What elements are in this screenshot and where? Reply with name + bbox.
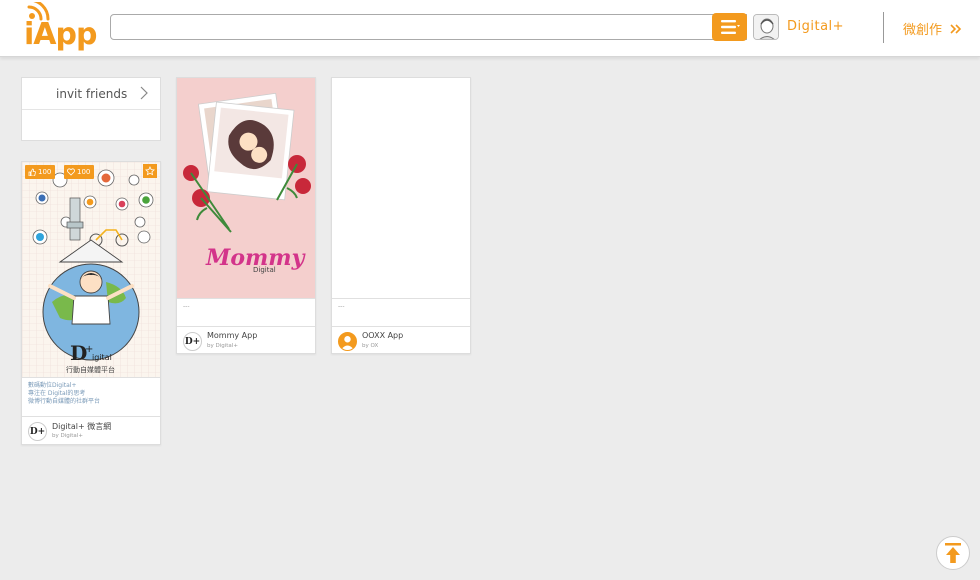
- author-logo-text: D+: [29, 426, 46, 437]
- card-thumbnail[interactable]: [332, 78, 470, 298]
- user-portrait-icon: [754, 15, 778, 39]
- card-description: 數碼動位Digital+ 專注在 Digital的思考 微博行動自媒體的社群平台: [22, 377, 160, 416]
- heart-icon: [67, 168, 75, 176]
- card-description: ---: [177, 298, 315, 326]
- card-description: ---: [332, 298, 470, 326]
- author-logo-text: D+: [184, 336, 201, 347]
- invite-panel: invit friends: [21, 77, 161, 141]
- card-footer: D+ Mommy App by Digital+: [177, 326, 315, 353]
- double-chevron-right-icon: [950, 23, 962, 34]
- app-card-ooxx[interactable]: --- OOXX App by OX: [331, 77, 471, 354]
- default-user-icon: [340, 336, 355, 350]
- author-avatar[interactable]: D+: [28, 422, 47, 441]
- svg-text:行動自媒體平台: 行動自媒體平台: [66, 365, 115, 374]
- app-name[interactable]: Mommy App: [207, 331, 257, 340]
- search-input[interactable]: [113, 16, 711, 38]
- hamburger-icon: [720, 20, 740, 34]
- app-author: by OX: [362, 343, 379, 349]
- iapp-logo[interactable]: iApp: [22, 0, 97, 52]
- favorite-button[interactable]: [143, 164, 157, 178]
- menu-button[interactable]: [712, 13, 747, 41]
- search-box: [110, 14, 747, 40]
- top-header: iApp Digital+ 微創作: [0, 0, 980, 57]
- app-name[interactable]: OOXX App: [362, 331, 403, 340]
- like-button[interactable]: 100: [25, 165, 56, 179]
- desc-line: 數碼動位Digital+: [28, 382, 77, 389]
- user-avatar[interactable]: [753, 14, 779, 40]
- digital-poster-illustration: D + igital 行動自媒體平台: [22, 162, 160, 377]
- arrow-up-icon: [945, 543, 961, 563]
- app-name[interactable]: Digital+ 微言網: [52, 421, 111, 432]
- app-author: by Digital+: [207, 343, 238, 349]
- desc-line: 專注在 Digital的思考: [28, 390, 86, 397]
- heart-count: 100: [77, 168, 91, 176]
- invite-label: invit friends: [56, 87, 128, 101]
- card-thumbnail[interactable]: Mommy Digital: [177, 78, 315, 298]
- invite-friends-link[interactable]: invit friends: [22, 78, 160, 110]
- user-name[interactable]: Digital+: [787, 19, 844, 34]
- like-count: 100: [38, 168, 52, 176]
- logo-text: iApp: [24, 17, 97, 52]
- author-avatar[interactable]: [338, 332, 357, 351]
- app-card-mommy[interactable]: Mommy Digital --- D+ Mommy App by Digita…: [176, 77, 316, 354]
- card-footer: OOXX App by OX: [332, 326, 470, 353]
- desc-line: 微博行動自媒體的社群平台: [28, 398, 101, 405]
- svg-text:igital: igital: [92, 353, 112, 362]
- app-card-digital[interactable]: D + igital 行動自媒體平台 100 100 數碼動位Digital+ …: [21, 161, 161, 445]
- create-link[interactable]: 微創作: [903, 19, 962, 38]
- create-label: 微創作: [903, 23, 943, 38]
- back-to-top-button[interactable]: [936, 536, 970, 570]
- card-footer: D+ Digital+ 微言網 by Digital+: [22, 416, 160, 443]
- desc-text: ---: [338, 303, 345, 310]
- mommy-poster-illustration: Mommy Digital: [177, 78, 315, 298]
- card-thumbnail[interactable]: D + igital 行動自媒體平台 100 100: [22, 162, 160, 377]
- star-icon: [145, 166, 155, 176]
- header-divider: [883, 12, 884, 43]
- app-author: by Digital+: [52, 433, 83, 439]
- chevron-right-icon: [140, 86, 148, 100]
- author-avatar[interactable]: D+: [183, 332, 202, 351]
- desc-text: ---: [183, 303, 190, 310]
- svg-text:Digital: Digital: [253, 266, 276, 274]
- thumbs-up-icon: [28, 168, 36, 176]
- heart-button[interactable]: 100: [64, 165, 95, 179]
